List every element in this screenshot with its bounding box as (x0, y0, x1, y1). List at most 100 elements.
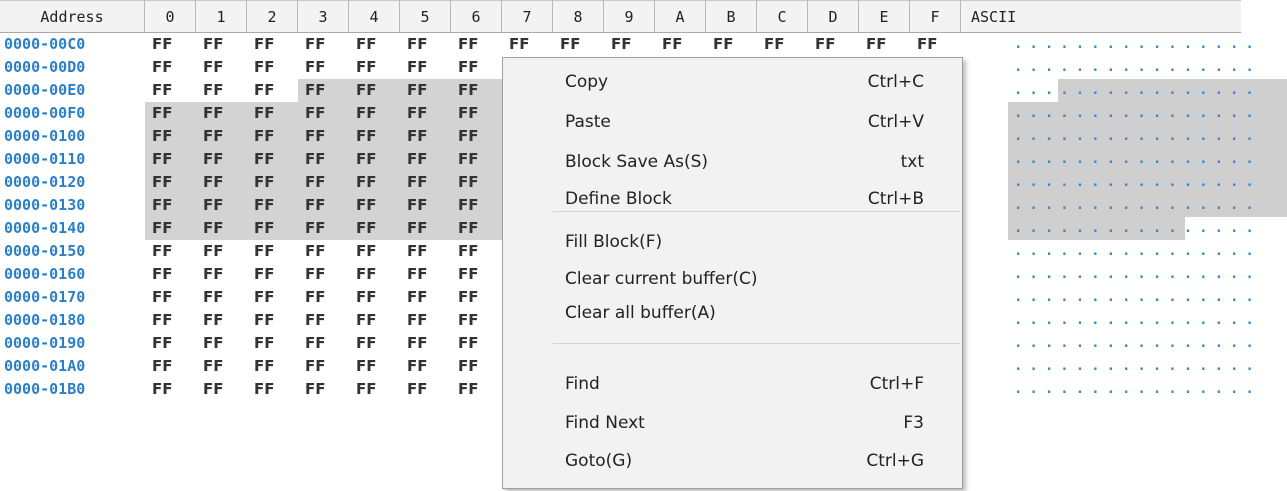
byte-cell[interactable]: FF (196, 355, 247, 378)
byte-cell[interactable]: FF (400, 33, 451, 56)
byte-cell[interactable]: FF (196, 240, 247, 263)
byte-cell[interactable]: FF (451, 378, 502, 401)
byte-cell[interactable]: FF (196, 286, 247, 309)
ascii-cell[interactable]: ................ (1008, 33, 1287, 56)
menu-item-fill-block-f[interactable]: Fill Block(F) (503, 225, 962, 259)
menu-item-block-save-as-s[interactable]: Block Save As(S) txt (503, 145, 962, 179)
byte-cell[interactable]: FF (298, 148, 349, 171)
byte-cell[interactable]: FF (298, 56, 349, 79)
byte-cell[interactable]: FF (298, 194, 349, 217)
byte-cell[interactable]: FF (400, 79, 451, 102)
byte-cell[interactable]: FF (400, 263, 451, 286)
byte-cell[interactable]: FF (451, 240, 502, 263)
byte-cell[interactable]: FF (400, 56, 451, 79)
byte-cell[interactable]: FF (247, 286, 298, 309)
byte-cell[interactable]: FF (196, 263, 247, 286)
byte-cell[interactable]: FF (298, 125, 349, 148)
byte-cell[interactable]: FF (349, 56, 400, 79)
byte-cell[interactable]: FF (349, 240, 400, 263)
byte-cell[interactable]: FF (451, 309, 502, 332)
byte-cell[interactable]: FF (757, 33, 808, 56)
byte-cell[interactable]: FF (349, 125, 400, 148)
byte-column-header[interactable]: 8 (553, 0, 604, 32)
byte-column-header[interactable]: C (757, 0, 808, 32)
menu-item-clear-current-buffer-c[interactable]: Clear current buffer(C) (503, 262, 962, 296)
byte-cell[interactable]: FF (247, 263, 298, 286)
byte-column-header[interactable]: 1 (196, 0, 247, 32)
ascii-cell[interactable]: ................ (1008, 355, 1287, 378)
byte-column-header[interactable]: 9 (604, 0, 655, 32)
byte-cell[interactable]: FF (451, 217, 502, 240)
byte-cell[interactable]: FF (247, 56, 298, 79)
byte-cell[interactable]: FF (400, 332, 451, 355)
byte-cell[interactable]: FF (298, 309, 349, 332)
byte-cell[interactable]: FF (451, 148, 502, 171)
byte-cell[interactable]: FF (145, 102, 196, 125)
byte-cell[interactable]: FF (145, 56, 196, 79)
menu-item-clear-all-buffer-a[interactable]: Clear all buffer(A) (503, 296, 962, 330)
byte-cell[interactable]: FF (349, 148, 400, 171)
byte-cell[interactable]: FF (451, 171, 502, 194)
byte-cell[interactable]: FF (400, 148, 451, 171)
ascii-cell[interactable]: ................ (1008, 263, 1287, 286)
byte-column-header[interactable]: 4 (349, 0, 400, 32)
byte-cell[interactable]: FF (400, 217, 451, 240)
ascii-cell[interactable]: ................ (1008, 217, 1287, 240)
byte-cell[interactable]: FF (247, 378, 298, 401)
byte-column-header[interactable]: 5 (400, 0, 451, 32)
byte-column-header[interactable]: E (859, 0, 910, 32)
byte-cell[interactable]: FF (604, 33, 655, 56)
byte-cell[interactable]: FF (196, 56, 247, 79)
byte-cell[interactable]: FF (145, 309, 196, 332)
byte-cell[interactable]: FF (400, 102, 451, 125)
ascii-cell[interactable]: ................ (1008, 102, 1287, 125)
ascii-cell[interactable]: ................ (1008, 286, 1287, 309)
ascii-column-header[interactable]: ASCII (961, 0, 1241, 32)
byte-column-header[interactable]: F (910, 0, 961, 32)
byte-cell[interactable]: FF (451, 125, 502, 148)
byte-cell[interactable]: FF (196, 33, 247, 56)
byte-cell[interactable]: FF (451, 102, 502, 125)
byte-cell[interactable]: FF (298, 102, 349, 125)
ascii-cell[interactable]: ................ (1008, 171, 1287, 194)
byte-cell[interactable]: FF (298, 332, 349, 355)
byte-cell[interactable]: FF (247, 79, 298, 102)
byte-cell[interactable]: FF (247, 355, 298, 378)
byte-cell[interactable]: FF (247, 148, 298, 171)
byte-cell[interactable]: FF (349, 102, 400, 125)
byte-cell[interactable]: FF (145, 194, 196, 217)
byte-cell[interactable]: FF (349, 217, 400, 240)
byte-column-header[interactable]: A (655, 0, 706, 32)
byte-cell[interactable]: FF (451, 33, 502, 56)
byte-cell[interactable]: FF (400, 171, 451, 194)
byte-cell[interactable]: FF (451, 286, 502, 309)
byte-cell[interactable]: FF (451, 79, 502, 102)
byte-cell[interactable]: FF (808, 33, 859, 56)
ascii-cell[interactable]: ................ (1008, 148, 1287, 171)
byte-cell[interactable]: FF (298, 79, 349, 102)
byte-cell[interactable]: FF (349, 263, 400, 286)
byte-cell[interactable]: FF (145, 125, 196, 148)
menu-item-find-next[interactable]: Find Next F3 (503, 406, 962, 440)
byte-cell[interactable]: FF (400, 355, 451, 378)
byte-cell[interactable]: FF (247, 194, 298, 217)
byte-cell[interactable]: FF (349, 286, 400, 309)
byte-cell[interactable]: FF (298, 378, 349, 401)
byte-cell[interactable]: FF (247, 102, 298, 125)
byte-cell[interactable]: FF (298, 171, 349, 194)
byte-cell[interactable]: FF (145, 332, 196, 355)
byte-column-header[interactable]: D (808, 0, 859, 32)
byte-cell[interactable]: FF (145, 33, 196, 56)
ascii-cell[interactable]: ................ (1008, 194, 1287, 217)
byte-cell[interactable]: FF (298, 355, 349, 378)
byte-column-header[interactable]: 6 (451, 0, 502, 32)
menu-item-paste[interactable]: Paste Ctrl+V (503, 105, 962, 139)
byte-cell[interactable]: FF (247, 240, 298, 263)
menu-item-copy[interactable]: Copy Ctrl+C (503, 65, 962, 99)
byte-cell[interactable]: FF (298, 286, 349, 309)
byte-cell[interactable]: FF (400, 194, 451, 217)
byte-cell[interactable]: FF (706, 33, 757, 56)
byte-column-header[interactable]: 0 (145, 0, 196, 32)
byte-cell[interactable]: FF (145, 148, 196, 171)
byte-cell[interactable]: FF (298, 33, 349, 56)
